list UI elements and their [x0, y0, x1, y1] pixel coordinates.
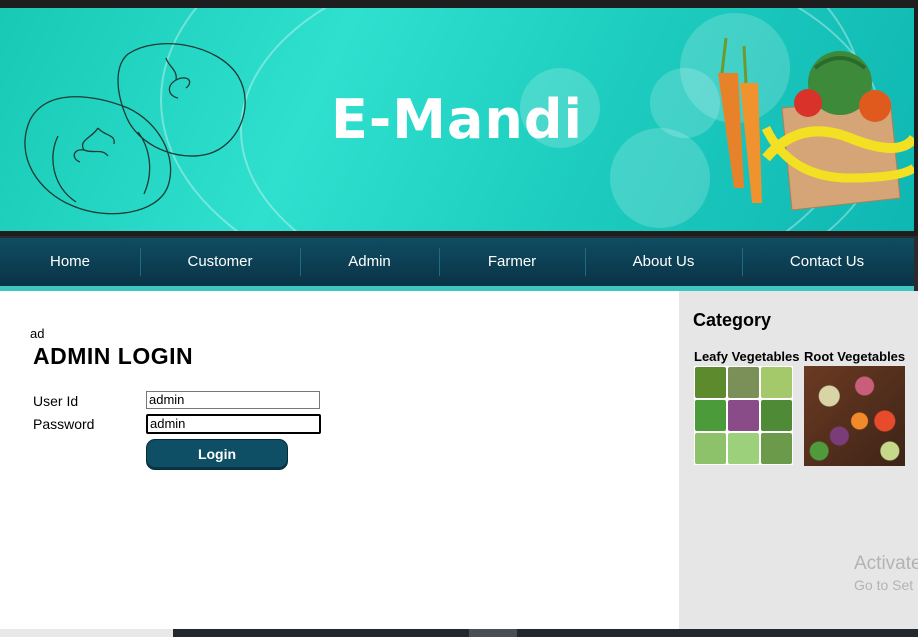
page-title: ADMIN LOGIN: [33, 343, 194, 369]
category-label[interactable]: Leafy Vegetables: [694, 349, 800, 364]
category-title: Category: [693, 310, 772, 330]
nav-admin[interactable]: Admin: [300, 238, 439, 286]
nav-customer[interactable]: Customer: [140, 238, 300, 286]
taskbar-strip: [173, 629, 918, 637]
main-nav: Home Customer Admin Farmer About Us Cont…: [0, 238, 914, 291]
leafy-vegetables-image[interactable]: [694, 366, 793, 465]
stray-text: ad: [30, 326, 45, 341]
category-root-vegetables[interactable]: Root Vegetables: [804, 349, 905, 466]
activation-watermark-sub: Go to Set: [854, 577, 914, 593]
vegetable-bag-icon: [718, 37, 914, 211]
login-button[interactable]: Login: [146, 439, 288, 470]
nav-home[interactable]: Home: [0, 238, 140, 286]
main-content: ad ADMIN LOGIN User Id admin Password ad…: [0, 291, 679, 629]
header: E-Mandi: [0, 0, 918, 236]
password-field[interactable]: admin: [146, 414, 321, 434]
userid-field[interactable]: admin: [146, 391, 320, 409]
nav-about-us[interactable]: About Us: [585, 238, 742, 286]
root-vegetables-image[interactable]: [804, 366, 905, 466]
activation-watermark: Activate: [854, 553, 918, 574]
category-sidebar: Category Leafy Vegetables Root Vegetable…: [679, 291, 918, 629]
category-leafy-vegetables[interactable]: Leafy Vegetables: [694, 349, 800, 465]
nav-contact-us[interactable]: Contact Us: [742, 238, 912, 286]
banner-image: E-Mandi: [0, 8, 914, 231]
category-label[interactable]: Root Vegetables: [804, 349, 905, 364]
password-label: Password: [33, 416, 95, 432]
nav-farmer[interactable]: Farmer: [439, 238, 585, 286]
userid-label: User Id: [33, 393, 79, 409]
scrollbar-thumb[interactable]: [469, 629, 517, 637]
